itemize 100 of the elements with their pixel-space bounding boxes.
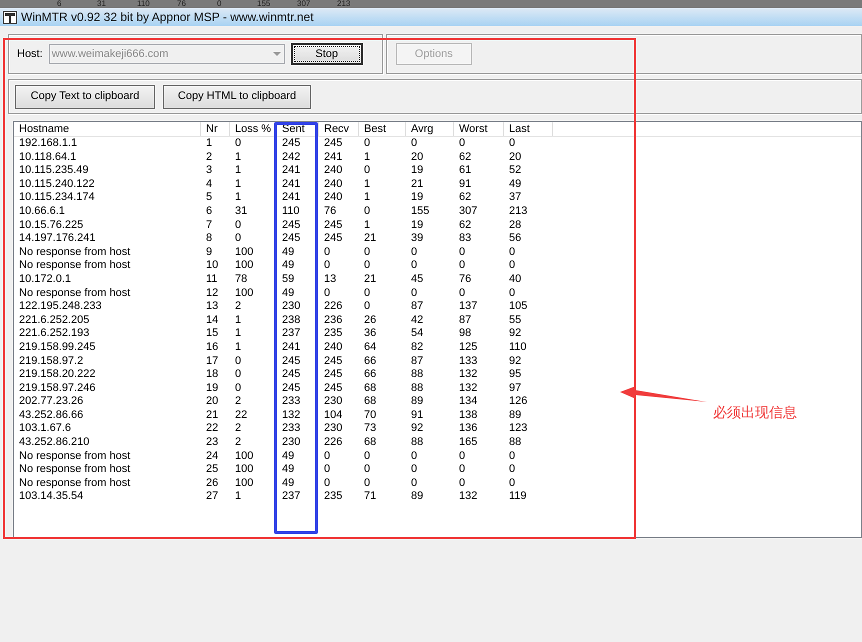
table-cell-text: 97 xyxy=(508,382,522,396)
table-cell-text: 61 xyxy=(458,164,472,178)
table-cell-text: 192.168.1.1 xyxy=(18,137,78,151)
table-cell-text: 10 xyxy=(205,259,220,273)
table-cell-text: 19 xyxy=(410,164,424,178)
table-cell-text: 134 xyxy=(458,395,478,409)
table-cell-text: 1 xyxy=(205,137,214,151)
table-cell-text: 78 xyxy=(234,272,248,287)
window-title: WinMTR v0.92 32 bit by Appnor MSP - www.winmtr.net xyxy=(21,9,314,26)
column-header[interactable]: Best xyxy=(359,122,406,136)
table-cell-text: 56 xyxy=(508,232,522,246)
table-cell-text: 0 xyxy=(458,286,466,300)
column-header[interactable]: Nr xyxy=(201,122,230,136)
table-cell-text: 138 xyxy=(458,408,478,422)
table-cell-text: 49 xyxy=(281,286,296,300)
table-cell-text: 27 xyxy=(205,490,220,504)
table-cell-text: 0 xyxy=(234,382,242,396)
table-cell-text: 52 xyxy=(508,164,522,178)
table-cell-text: 1 xyxy=(234,340,242,354)
column-header[interactable]: Last xyxy=(504,122,553,136)
table-cell-text: 10.172.0.1 xyxy=(18,272,72,287)
table-cell-text: 0 xyxy=(410,450,418,464)
table-cell-text: 245 xyxy=(281,368,302,382)
table-cell-text: 0 xyxy=(458,450,466,464)
table-cell-text: 0 xyxy=(323,246,332,260)
table-cell-text: 0 xyxy=(234,354,242,368)
column-header[interactable]: Avrg xyxy=(406,122,454,136)
table-cell-text: 0 xyxy=(508,137,516,151)
table-cell-text: 66 xyxy=(363,354,378,368)
table-cell-text: 0 xyxy=(323,476,332,490)
table-cell-text: 36 xyxy=(363,327,378,341)
table-cell-text: 100 xyxy=(234,259,254,273)
table-cell-text: 76 xyxy=(458,272,472,287)
table-cell-text: 0 xyxy=(363,463,372,477)
table-cell-text: 233 xyxy=(281,395,302,409)
background-text: 307 xyxy=(297,0,312,8)
table-cell-text: No response from host xyxy=(18,259,132,273)
table-cell-text: 20 xyxy=(205,395,220,409)
table-cell-text: 16 xyxy=(205,340,220,354)
table-cell-text: 245 xyxy=(281,382,302,396)
table-cell-text: 43.252.86.66 xyxy=(18,408,84,422)
table-cell-text: 49 xyxy=(508,178,522,192)
background-text: 0 xyxy=(217,0,222,8)
table-cell-text: 49 xyxy=(281,450,296,464)
table-cell-text: 0 xyxy=(458,137,466,151)
table-cell-text: 87 xyxy=(410,354,424,368)
table-cell-text: 103.14.35.54 xyxy=(18,490,84,504)
background-text: 31 xyxy=(97,0,107,8)
table-cell-text: 105 xyxy=(508,300,528,314)
table-cell-text: 92 xyxy=(410,422,424,436)
column-header[interactable]: Worst xyxy=(454,122,504,136)
table-cell-text: 20 xyxy=(508,150,522,164)
table-cell-text: 62 xyxy=(458,191,472,205)
table-cell-text: 119 xyxy=(508,490,528,504)
table-cell-text: 9 xyxy=(205,246,214,260)
table-cell-text: 49 xyxy=(281,476,296,490)
table-cell-text: 0 xyxy=(410,246,418,260)
table-cell-text: 245 xyxy=(323,137,344,151)
table-cell-text: 230 xyxy=(323,395,344,409)
table-cell-text: 241 xyxy=(281,191,302,205)
table-cell-text: 245 xyxy=(323,218,344,232)
table-cell-text: 19 xyxy=(410,218,424,232)
stop-button[interactable]: Stop xyxy=(290,43,363,65)
table-cell-text: 221.6.252.205 xyxy=(18,314,90,328)
table-cell-text: 238 xyxy=(281,314,302,328)
table-cell-text: 0 xyxy=(508,476,516,490)
table-cell-text: 82 xyxy=(410,340,424,354)
table-cell-text: 66 xyxy=(363,368,378,382)
table-cell-text: 23 xyxy=(205,436,220,450)
table-cell-text: 13 xyxy=(323,272,338,287)
table-cell-text: 26 xyxy=(363,314,378,328)
table-cell-text: 19 xyxy=(205,382,220,396)
table-cell-text: 1 xyxy=(234,327,242,341)
table-cell-text: 2 xyxy=(234,436,242,450)
table-cell-text: 235 xyxy=(323,327,344,341)
table-cell-text: 18 xyxy=(205,368,220,382)
copy-button[interactable]: Copy HTML to clipboard xyxy=(163,84,311,108)
table-cell-text: 10.115.234.174 xyxy=(18,191,96,205)
table-cell-text: 92 xyxy=(508,327,522,341)
table-cell-text: 123 xyxy=(508,422,528,436)
table-cell-text: 98 xyxy=(458,327,472,341)
copy-button[interactable]: Copy Text to clipboard xyxy=(15,84,155,108)
table-cell-text: 132 xyxy=(458,490,478,504)
column-header[interactable]: Hostname xyxy=(14,122,201,136)
table-cell-text: 43.252.86.210 xyxy=(18,436,90,450)
table-cell-text: 0 xyxy=(363,300,372,314)
column-header[interactable]: Loss % xyxy=(230,122,277,136)
table-cell-text: 40 xyxy=(508,272,522,287)
background-text: 6 xyxy=(57,0,62,8)
table-cell-text: 88 xyxy=(508,436,522,450)
table-cell-text: 236 xyxy=(323,314,344,328)
column-header[interactable]: Recv xyxy=(319,122,359,136)
table-cell-text: 21 xyxy=(410,178,424,192)
table-cell-text: 1 xyxy=(363,178,372,192)
table-cell-text: 132 xyxy=(458,382,478,396)
column-header[interactable]: Sent xyxy=(277,122,319,136)
table-cell-text: No response from host xyxy=(18,246,132,260)
dropdown-arrow-icon xyxy=(272,52,282,56)
background-text: 110 xyxy=(137,0,151,8)
table-cell-text: 230 xyxy=(281,300,302,314)
